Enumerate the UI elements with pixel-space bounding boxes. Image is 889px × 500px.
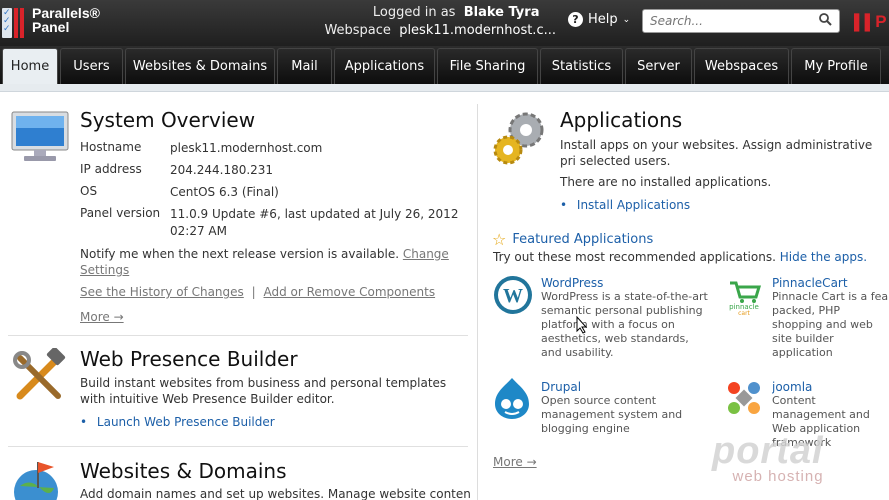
search-icon[interactable] — [819, 13, 832, 26]
app-pinnaclecart: PinnacleCart Pinnacle Cart is a fea pack… — [772, 276, 889, 360]
joomla-icon[interactable] — [724, 378, 764, 418]
applications-title: Applications — [560, 108, 683, 132]
app-drupal: Drupal Open source content management sy… — [541, 380, 711, 436]
help-label: Help — [588, 12, 618, 27]
logged-in-label: Logged in as — [372, 5, 456, 20]
top-header: ✓ ✓ ✓ Parallels® Panel Logged in as Blake … — [0, 0, 889, 55]
wordpress-description: WordPress is a state-of-the-art semantic… — [541, 290, 708, 359]
tab-server[interactable]: Server — [625, 48, 692, 84]
try-text: Try out these most recommended applicati… — [493, 250, 868, 264]
search-input[interactable] — [643, 10, 803, 32]
joomla-link[interactable]: joomla — [772, 380, 889, 394]
svg-text:cart: cart — [738, 310, 750, 315]
pinnaclecart-description: Pinnacle Cart is a fea packed, PHP shopp… — [772, 290, 889, 359]
column-divider — [477, 104, 478, 500]
user-name[interactable]: Blake Tyra — [464, 5, 540, 20]
main-nav: Home Users Websites & Domains Mail Appli… — [0, 46, 889, 84]
drupal-link[interactable]: Drupal — [541, 380, 711, 394]
logo-line2: Panel — [32, 19, 70, 35]
tab-mail[interactable]: Mail — [277, 48, 332, 84]
websites-domains-title: Websites & Domains — [80, 459, 287, 483]
tab-applications[interactable]: Applications — [334, 48, 435, 84]
notify-text: Notify me when the next release version … — [80, 247, 449, 277]
tab-file-sharing[interactable]: File Sharing — [437, 48, 538, 84]
applications-more-link[interactable]: More → — [493, 455, 537, 469]
system-more-link[interactable]: More → — [80, 310, 124, 324]
pinnaclecart-link[interactable]: PinnacleCart — [772, 276, 889, 290]
websites-domains-description: Add domain names and set up websites. Ma… — [80, 487, 470, 500]
tools-icon — [13, 348, 66, 400]
portal-watermark: portal web hosting — [712, 432, 824, 485]
system-info-table: Hostname plesk11.modernhost.com IP addres… — [80, 140, 459, 238]
system-links: See the History of Changes | Add or Remo… — [80, 285, 436, 299]
drupal-description: Open source content management system an… — [541, 394, 683, 435]
tab-statistics[interactable]: Statistics — [540, 48, 623, 84]
tab-my-profile[interactable]: My Profile — [791, 48, 881, 84]
featured-header: ☆ Featured Applications — [492, 230, 653, 249]
pinnaclecart-icon[interactable]: pinnacle cart — [726, 277, 762, 315]
tab-websites-domains[interactable]: Websites & Domains — [125, 48, 275, 84]
wordpress-link[interactable]: WordPress — [541, 276, 711, 290]
webspace-selector[interactable]: plesk11.modernhost.c... — [399, 23, 556, 38]
featured-title: Featured Applications — [512, 232, 654, 247]
drupal-icon[interactable] — [493, 376, 531, 420]
globe-flag-icon — [14, 462, 58, 500]
section-separator — [8, 446, 468, 447]
webspace-label: Webspace — [324, 23, 391, 38]
wordpress-icon[interactable]: W — [493, 275, 533, 315]
monitor-icon — [11, 111, 69, 161]
logo-line1: Parallels® — [32, 5, 100, 21]
right-logo: ▌▌P — [854, 12, 887, 31]
help-menu[interactable]: ? Help ⌄ — [568, 12, 630, 27]
install-apps-link[interactable]: Install Applications — [577, 198, 690, 212]
mouse-cursor-icon — [576, 316, 588, 334]
svg-text:W: W — [503, 285, 523, 307]
launch-builder-link[interactable]: Launch Web Presence Builder — [97, 415, 275, 429]
app-wordpress: WordPress WordPress is a state-of-the-ar… — [541, 276, 711, 360]
search-box — [642, 9, 840, 33]
no-apps-text: There are no installed applications. — [560, 175, 772, 189]
star-icon: ☆ — [492, 230, 507, 249]
chevron-down-icon: ⌄ — [622, 14, 631, 25]
tab-users[interactable]: Users — [60, 48, 123, 84]
watermark-portal: portal — [712, 430, 824, 472]
nav-underline — [0, 84, 889, 92]
history-link[interactable]: See the History of Changes — [80, 285, 244, 299]
hide-apps-link[interactable]: Hide the apps. — [780, 250, 867, 264]
applications-description: Install apps on your websites. Assign ad… — [560, 138, 873, 168]
question-icon: ? — [568, 12, 583, 27]
components-link[interactable]: Add or Remove Components — [264, 285, 436, 299]
section-separator — [8, 335, 468, 336]
gears-icon — [493, 112, 544, 165]
parallels-logo[interactable]: ✓ ✓ ✓ Parallels® Panel — [2, 6, 100, 38]
launch-builder-item: Launch Web Presence Builder — [80, 415, 275, 429]
system-overview-title: System Overview — [80, 108, 256, 132]
install-apps-item: Install Applications — [560, 198, 690, 212]
web-presence-description: Build instant websites from business and… — [80, 376, 447, 406]
web-presence-title: Web Presence Builder — [80, 347, 298, 371]
logo-text: Parallels® Panel — [32, 6, 100, 34]
tab-webspaces[interactable]: Webspaces — [694, 48, 789, 84]
parallels-logo-icon: ✓ ✓ ✓ — [2, 6, 28, 38]
tab-home[interactable]: Home — [2, 48, 58, 84]
